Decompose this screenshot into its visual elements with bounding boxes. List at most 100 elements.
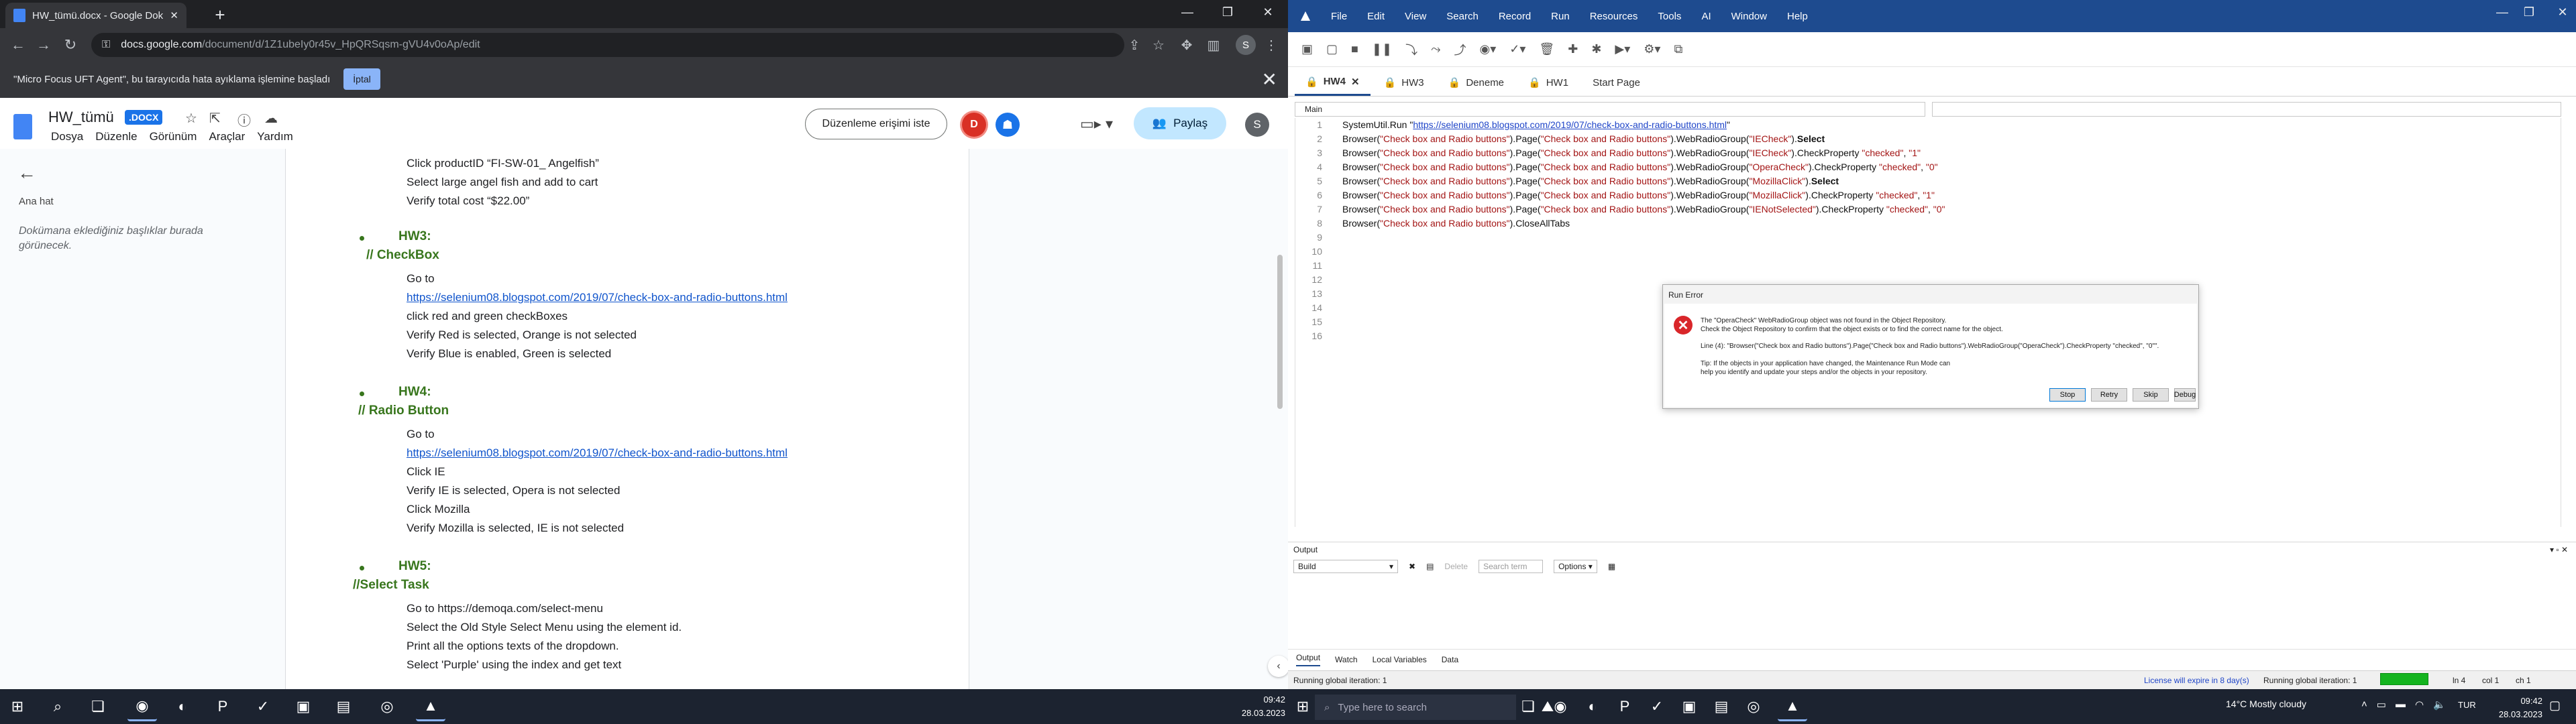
- cloud-status-icon[interactable]: ☁: [264, 110, 278, 127]
- task-view-icon[interactable]: ❏: [1513, 692, 1543, 721]
- skip-button[interactable]: Skip: [2133, 388, 2169, 402]
- doc-link[interactable]: https://selenium08.blogspot.com/2019/07/…: [407, 291, 788, 304]
- share-icon[interactable]: ⇪: [1124, 35, 1144, 55]
- menu-window[interactable]: Window: [1731, 11, 1767, 22]
- search-input[interactable]: Search term: [1479, 560, 1544, 573]
- taskbar-search-box[interactable]: ⌕ Type here to search: [1315, 695, 1516, 720]
- app-icon[interactable]: ◎: [372, 692, 402, 721]
- volume-icon[interactable]: 🔈: [2433, 699, 2446, 711]
- app-icon[interactable]: ◐: [168, 692, 197, 721]
- account-avatar[interactable]: S: [1245, 113, 1269, 137]
- step-over-icon[interactable]: ⤳: [1431, 42, 1440, 56]
- minimize-button[interactable]: —: [1167, 0, 1208, 24]
- menu-run[interactable]: Run: [1551, 11, 1570, 22]
- uft-close-button[interactable]: ✕: [2542, 0, 2576, 24]
- clear-icon[interactable]: ✖: [1409, 562, 1415, 571]
- tab-start-page[interactable]: Start Page: [1582, 69, 1651, 96]
- outline-back-icon[interactable]: ←: [17, 162, 36, 184]
- menu-edit[interactable]: Edit: [1367, 11, 1385, 22]
- license-notice[interactable]: License will expire in 8 day(s): [2144, 676, 2249, 685]
- chrome-app-icon[interactable]: ◉: [127, 692, 157, 721]
- app-icon[interactable]: ▤: [1707, 692, 1736, 721]
- app-icon[interactable]: ▤: [329, 692, 358, 721]
- omnibox[interactable]: ⚿ docs.google.com/document/d/1Z1ubeIy0r4…: [91, 33, 1124, 57]
- reload-button[interactable]: ↻: [60, 35, 80, 55]
- star-icon[interactable]: ☆: [185, 110, 197, 127]
- meet-camera-icon[interactable]: ▭▸ ▾: [1080, 115, 1113, 133]
- forward-button[interactable]: →: [34, 35, 54, 55]
- taskbar-clock-left[interactable]: 09:42 28.03.2023: [1232, 693, 1285, 720]
- stop-icon[interactable]: ■: [1351, 42, 1358, 56]
- back-button[interactable]: ←: [8, 35, 28, 55]
- app-icon[interactable]: ✓: [1642, 692, 1672, 721]
- app-icon[interactable]: ◎: [1739, 692, 1768, 721]
- output-source-select[interactable]: Build ▾: [1293, 560, 1398, 573]
- start-icon[interactable]: ⊞: [3, 692, 32, 721]
- layout-icon[interactable]: ⧉: [1674, 42, 1682, 56]
- menu-view[interactable]: View: [1405, 11, 1426, 22]
- tab-local-variables[interactable]: Local Variables: [1373, 655, 1427, 664]
- app-icon[interactable]: ▣: [288, 692, 318, 721]
- tab-watch[interactable]: Watch: [1335, 655, 1358, 664]
- save-icon[interactable]: ▣: [1301, 42, 1313, 56]
- request-edit-access-button[interactable]: Düzenleme erişimi iste: [805, 109, 947, 139]
- uft-app-icon[interactable]: ▲: [416, 692, 445, 721]
- settings-icon[interactable]: ⚙▾: [1644, 42, 1660, 56]
- share-button[interactable]: 👥 Paylaş: [1134, 107, 1226, 139]
- menu-gorunum[interactable]: Görünüm: [150, 130, 197, 143]
- network-icon[interactable]: ▭: [2377, 699, 2386, 711]
- app-icon[interactable]: ◐: [1578, 692, 1607, 721]
- menu-record[interactable]: Record: [1499, 11, 1531, 22]
- action-selector[interactable]: Main: [1295, 102, 1925, 117]
- move-icon[interactable]: ⇱: [209, 110, 221, 127]
- doc-scrollbar[interactable]: [1277, 255, 1283, 409]
- chrome-profile-avatar[interactable]: S: [1236, 35, 1256, 55]
- breakpoint-icon[interactable]: ✚: [1568, 42, 1578, 56]
- language-indicator[interactable]: TUR: [2458, 700, 2476, 710]
- app-icon[interactable]: ◉: [1546, 692, 1575, 721]
- delete-icon[interactable]: 🗑: [1539, 42, 1554, 56]
- close-window-button[interactable]: ✕: [1248, 0, 1288, 24]
- app-icon[interactable]: P: [1610, 692, 1640, 721]
- chrome-menu-icon[interactable]: ⋮: [1261, 35, 1281, 55]
- pause-icon[interactable]: ❚❚: [1372, 42, 1392, 56]
- chat-icon[interactable]: ☗: [996, 113, 1020, 137]
- menu-file[interactable]: File: [1331, 11, 1347, 22]
- start-icon[interactable]: ⊞: [1288, 692, 1318, 721]
- extensions-icon[interactable]: ✥: [1177, 35, 1197, 55]
- menu-tools[interactable]: Tools: [1658, 11, 1681, 22]
- menu-dosya[interactable]: Dosya: [51, 130, 83, 143]
- wifi-icon[interactable]: ◠: [2415, 699, 2424, 711]
- search-icon[interactable]: ⌕: [43, 692, 72, 721]
- link-checkbox-page[interactable]: https://selenium08.blogspot.com/2019/07/…: [407, 291, 788, 304]
- bookmark-star-icon[interactable]: ☆: [1148, 35, 1169, 55]
- tab-google-docs[interactable]: HW_tümü.docx - Google Dokümanlar ✕: [5, 3, 186, 28]
- retry-button[interactable]: Retry: [2091, 388, 2127, 402]
- procedure-selector[interactable]: [1932, 102, 2561, 117]
- uft-app-icon[interactable]: ▲: [1778, 692, 1807, 721]
- maximize-button[interactable]: ❐: [1208, 0, 1248, 24]
- taskbar-clock-right[interactable]: 09:42 28.03.2023: [2482, 695, 2542, 721]
- battery-icon[interactable]: ▬: [2396, 699, 2406, 711]
- export-icon[interactable]: ▦: [1608, 562, 1615, 571]
- record-options-icon[interactable]: ◉▾: [1479, 42, 1496, 56]
- infobar-close-icon[interactable]: ✕: [1262, 68, 1277, 90]
- info-icon[interactable]: ⓘ: [237, 110, 251, 129]
- options-dropdown[interactable]: Options ▾: [1554, 560, 1597, 573]
- chevron-up-icon[interactable]: ˄: [2361, 699, 2367, 711]
- document-page[interactable]: Click productID “FI-SW-01_ Angelfish” Se…: [285, 149, 969, 689]
- run-options-icon[interactable]: ▶▾: [1615, 42, 1630, 56]
- document-title[interactable]: HW_tümü: [48, 109, 114, 126]
- tab-close-icon[interactable]: ✕: [170, 9, 178, 21]
- docs-logo-icon[interactable]: [13, 114, 32, 139]
- app-icon[interactable]: ▣: [1674, 692, 1704, 721]
- doc-link[interactable]: https://selenium08.blogspot.com/2019/07/…: [407, 446, 788, 460]
- tab-deneme[interactable]: 🔒 Deneme: [1438, 69, 1515, 96]
- infobar-cancel-button[interactable]: İptal: [343, 68, 380, 90]
- tab-output[interactable]: Output: [1296, 653, 1321, 666]
- tab-data[interactable]: Data: [1442, 655, 1458, 664]
- side-panel-icon[interactable]: ▥: [1203, 35, 1224, 55]
- app-icon[interactable]: P: [208, 692, 237, 721]
- tab-hw3[interactable]: 🔒 HW3: [1373, 69, 1435, 96]
- stop-button[interactable]: Stop: [2049, 388, 2086, 402]
